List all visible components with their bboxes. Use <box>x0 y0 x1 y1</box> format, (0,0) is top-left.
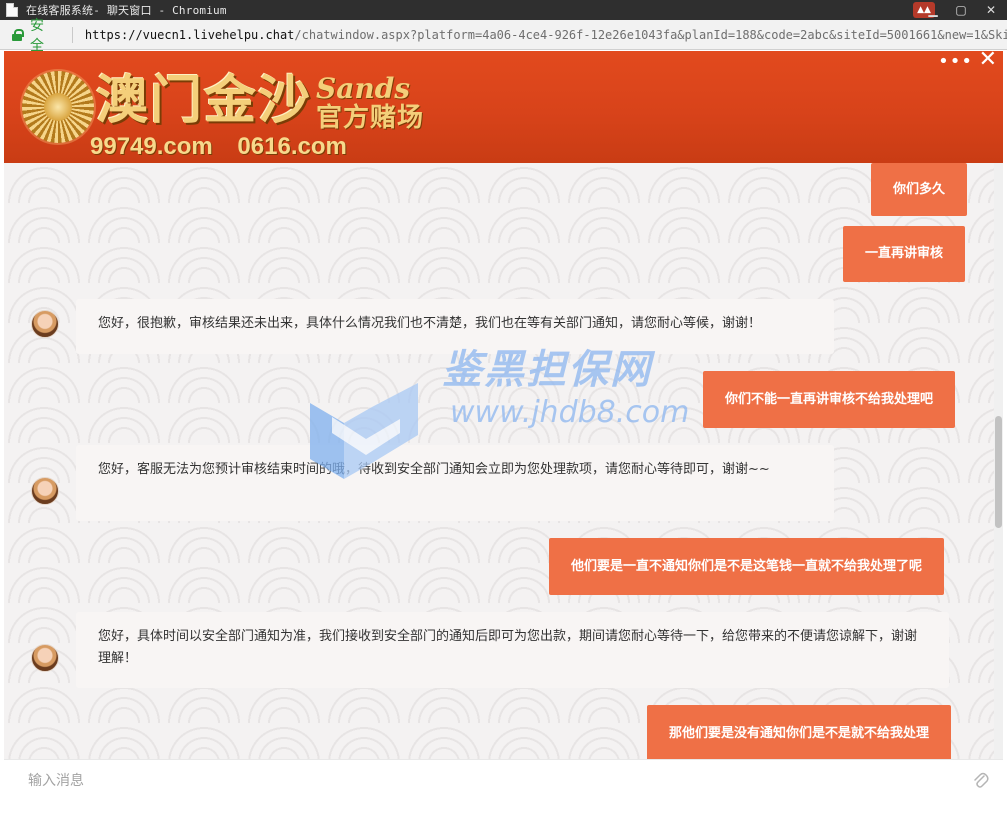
url-host: https://vuecn1.livehelpu.chat <box>84 27 295 42</box>
close-chat-icon[interactable]: ✕ <box>979 51 997 71</box>
close-window-icon[interactable]: ✕ <box>975 0 1007 20</box>
brand-subtitle: 官方赌场 <box>316 103 425 133</box>
agent-message: 您好，客服无法为您预计审核结束时间的哦，待收到安全部门通知会立即为您处理款项，请… <box>76 445 834 521</box>
sunburst-logo-icon <box>22 71 94 143</box>
title-bar: 在线客服系统- 聊天窗口 - Chromium ▲▲ ▁ ▢ ✕ <box>0 0 1007 20</box>
maximize-icon[interactable]: ▢ <box>947 0 975 20</box>
user-message: 他们要是一直不通知你们是不是这笔钱一直就不给我处理了呢 <box>549 538 945 595</box>
scrollbar-thumb[interactable] <box>995 416 1002 528</box>
message-input-area[interactable]: 输入消息 <box>4 759 1003 827</box>
url-path: /chatwindow.aspx?platform=4a06-4ce4-926f… <box>294 27 1007 42</box>
user-message: 一直再讲审核 <box>843 226 966 282</box>
agent-avatar <box>31 644 59 672</box>
header-banner: 澳门金沙 Sands 官方赌场 99749.com 0616.com ••• ✕ <box>4 51 1003 163</box>
message-input[interactable]: 输入消息 <box>28 770 84 790</box>
brand-domains: 99749.com 0616.com <box>90 133 347 160</box>
user-message: 你们不能一直再讲审核不给我处理吧 <box>703 371 956 428</box>
url-separator <box>71 26 73 43</box>
page-icon <box>6 3 18 17</box>
agent-avatar <box>31 477 59 505</box>
address-bar[interactable]: 安全 https://vuecn1.livehelpu.chat/chatwin… <box>0 18 1007 54</box>
window-controls: ▁ ▢ ✕ <box>919 0 1007 20</box>
paperclip-icon[interactable] <box>973 772 989 790</box>
brand-name: 澳门金沙 <box>96 70 313 131</box>
user-message: 那他们要是没有通知你们是不是就不给我处理 <box>647 705 952 759</box>
chat-message-list[interactable]: 你们多久 一直再讲审核 您好，很抱歉，审核结果还未出来，具体什么情况我们也不清楚… <box>4 163 994 759</box>
brand-english: Sands <box>316 72 411 105</box>
agent-message: 您好，具体时间以安全部门通知为准，我们接收到安全部门的通知后即可为您出款，期间请… <box>76 612 949 688</box>
url-text[interactable]: https://vuecn1.livehelpu.chat/chatwindow… <box>85 28 1007 42</box>
minimize-icon[interactable]: ▁ <box>919 0 947 20</box>
agent-message: 您好，很抱歉，审核结果还未出来，具体什么情况我们也不清楚，我们也在等有关部门通知… <box>76 299 834 354</box>
chat-scrollbar[interactable] <box>994 163 1003 759</box>
browser-window: 在线客服系统- 聊天窗口 - Chromium ▲▲ ▁ ▢ ✕ 安全 http… <box>0 0 1007 827</box>
user-message: 你们多久 <box>871 163 968 216</box>
secure-label[interactable]: 安全 <box>30 15 58 55</box>
lock-icon[interactable] <box>12 28 24 41</box>
more-options-icon[interactable]: ••• <box>938 53 973 71</box>
agent-avatar <box>31 310 59 338</box>
